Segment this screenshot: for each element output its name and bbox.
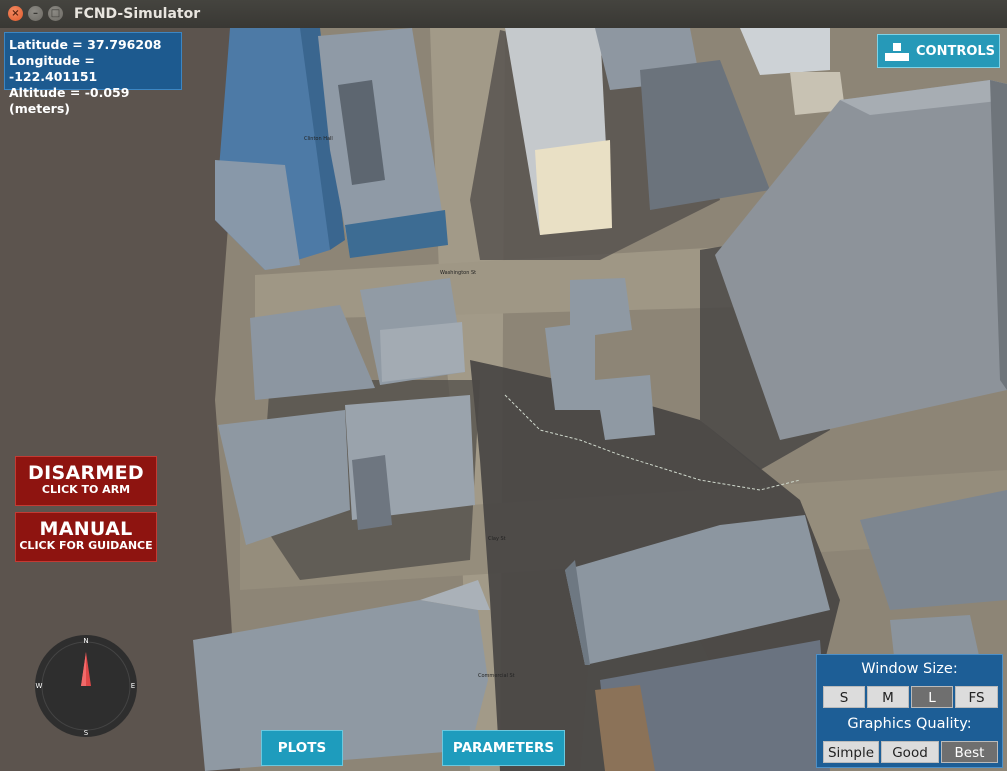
latitude-text: Latitude = 37.796208 <box>9 37 162 52</box>
compass-s: S <box>84 729 89 737</box>
map-label-commercial-st: Commercial St <box>478 673 515 679</box>
compass-e: E <box>131 682 135 690</box>
window-size-m-button[interactable]: M <box>867 686 909 708</box>
position-readout: Latitude = 37.796208 Longitude = -122.40… <box>4 32 182 116</box>
parameters-button[interactable]: PARAMETERS <box>442 730 565 766</box>
title-bar: × – □ FCND-Simulator <box>0 0 1007 28</box>
compass-n: N <box>83 637 88 645</box>
window-title: FCND-Simulator <box>74 6 201 22</box>
arm-button[interactable]: DISARMED CLICK TO ARM <box>15 456 157 506</box>
minimize-icon[interactable]: – <box>28 6 43 21</box>
graphics-good-button[interactable]: Good <box>881 741 939 763</box>
longitude-text: Longitude = -122.401151 <box>9 53 98 84</box>
settings-panel: Window Size: S M L FS Graphics Quality: … <box>816 654 1003 768</box>
guidance-mode-button[interactable]: MANUAL CLICK FOR GUIDANCE <box>15 512 157 562</box>
mode-status: MANUAL <box>39 518 133 540</box>
controls-button[interactable]: CONTROLS <box>877 34 1000 68</box>
window-size-fs-button[interactable]: FS <box>955 686 998 708</box>
plots-button[interactable]: PLOTS <box>261 730 343 766</box>
window-size-l-button[interactable]: L <box>911 686 953 708</box>
compass-icon: N S E W <box>35 635 137 737</box>
controls-keys-icon <box>885 43 909 61</box>
map-label-clay-st: Clay St <box>488 536 506 542</box>
arm-hint: CLICK TO ARM <box>41 483 131 496</box>
map-label-clinton-hall: Clinton Hall <box>304 136 333 142</box>
window-size-label: Window Size: <box>861 661 958 677</box>
controls-label: CONTROLS <box>916 44 996 59</box>
map-label-washington-st: Washington St <box>440 270 476 276</box>
close-icon[interactable]: × <box>8 6 23 21</box>
graphics-simple-button[interactable]: Simple <box>823 741 879 763</box>
graphics-quality-label: Graphics Quality: <box>847 716 972 732</box>
altitude-text: Altitude = -0.059 (meters) <box>9 85 130 116</box>
compass-w: W <box>36 682 43 690</box>
window-size-s-button[interactable]: S <box>823 686 865 708</box>
arm-status: DISARMED <box>28 462 144 484</box>
maximize-icon[interactable]: □ <box>48 6 63 21</box>
mode-hint: CLICK FOR GUIDANCE <box>19 539 153 552</box>
graphics-best-button[interactable]: Best <box>941 741 998 763</box>
